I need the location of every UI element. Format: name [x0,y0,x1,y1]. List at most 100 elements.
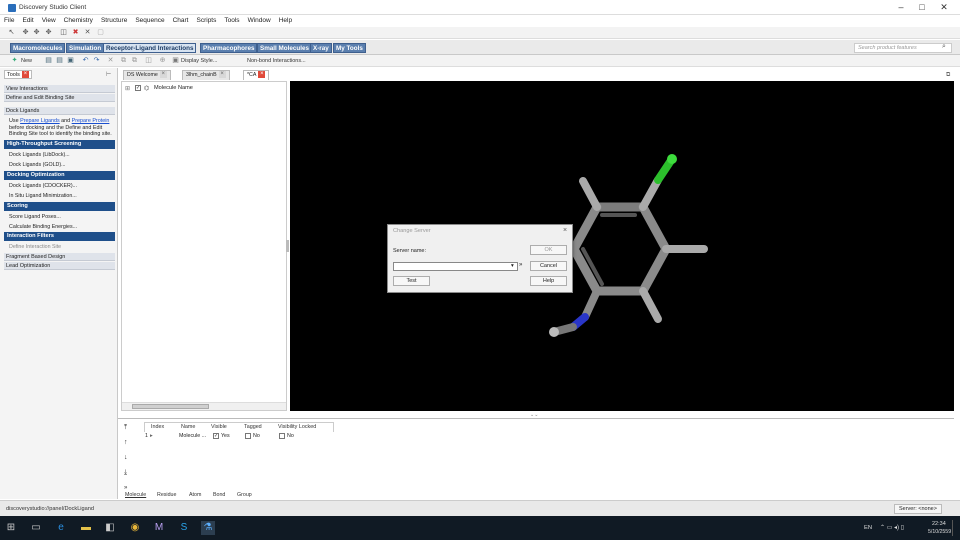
tab-receptor-ligand[interactable]: Receptor-Ligand Interactions [103,43,197,53]
lock-icon[interactable]: ▢ [97,29,104,36]
section-dock-ligands[interactable]: Dock Ligands [4,107,115,115]
edge-icon[interactable]: e [54,521,68,535]
section-fragment-based[interactable]: Fragment Based Design [4,253,115,261]
dock-libdock-item[interactable]: Dock Ligands (LibDock)... [4,152,115,158]
dock-gold-item[interactable]: Dock Ligands (GOLD)... [4,162,115,168]
store-icon[interactable]: ◧ [103,521,117,535]
splitter-handle[interactable] [286,240,289,252]
display-style-icon[interactable]: ▣ [172,57,179,64]
help-button[interactable]: Help [530,276,567,286]
menu-file[interactable]: File [0,15,18,27]
more-button[interactable]: » [519,262,522,268]
tab-pharmacophores[interactable]: Pharmacophores [200,43,258,53]
save-icon[interactable]: ▣ [67,57,74,64]
new-button[interactable]: New [21,58,32,64]
row-expand-icon[interactable]: ▸ [150,433,153,439]
center-icon[interactable]: ⊕ [159,57,166,64]
more-icon[interactable]: » [124,485,127,491]
tab-macromolecules[interactable]: Macromolecules [10,43,66,53]
display-style-button[interactable]: Display Style... [181,58,217,64]
close-icon[interactable]: × [21,71,29,79]
tab-atom[interactable]: Atom [189,492,201,498]
score-poses-item[interactable]: Score Ligand Poses... [4,214,115,220]
horizontal-scrollbar[interactable] [122,402,286,410]
dialog-close-icon[interactable]: × [563,227,567,234]
fit-icon[interactable]: ✕ [84,29,91,36]
section-define-binding-site[interactable]: Define and Edit Binding Site [4,94,115,102]
server-name-combobox[interactable]: ▾ [393,262,518,271]
tab-residue[interactable]: Residue [157,492,176,498]
move-down-icon[interactable]: ↓ [124,454,128,461]
clear-icon[interactable]: ✕ [107,57,114,64]
server-status-button[interactable]: Server: <none> [894,504,942,514]
move-bottom-icon[interactable]: ⤓ [124,469,127,477]
tab-ds-welcome[interactable]: DS Welcome × [123,70,171,80]
task-view-icon[interactable]: ▭ [29,521,43,535]
mail-icon[interactable]: M [152,521,166,535]
menu-window[interactable]: Window [244,15,275,27]
tools-tab[interactable]: Tools × [4,70,32,79]
select-icon[interactable]: ◫ [145,57,152,64]
test-button[interactable]: Test [393,276,430,286]
menu-edit[interactable]: Edit [18,15,37,27]
open-icon[interactable]: ▤ [45,57,52,64]
close-icon[interactable]: × [258,71,266,79]
ok-button[interactable]: OK [530,245,567,255]
expand-icon[interactable]: ⊞ [125,85,130,92]
menu-help[interactable]: Help [275,15,296,27]
col-visible[interactable]: Visible [211,424,227,430]
cancel-button[interactable]: Cancel [530,261,567,271]
nonbond-button[interactable]: Non-bond Interactions... [247,58,306,64]
tab-simulation[interactable]: Simulation [66,43,105,53]
clock-time[interactable]: 22:34 [932,521,946,527]
menu-chemistry[interactable]: Chemistry [60,15,97,27]
tab-ca[interactable]: *CA × [243,70,270,80]
file-explorer-icon[interactable]: ▬ [79,521,93,535]
tab-xray[interactable]: X-ray [310,43,332,53]
table-row[interactable]: 1 ▸ Molecule ... ✓ Yes No No [144,432,334,440]
minimize-icon[interactable]: – [894,2,908,13]
pointer-icon[interactable]: ↖ [8,29,15,36]
paste-icon[interactable]: ⧉ [131,57,138,64]
col-name[interactable]: Name [181,424,195,430]
move-up-icon[interactable]: ↑ [124,439,128,446]
menu-structure[interactable]: Structure [97,15,131,27]
close-icon[interactable]: × [159,71,167,79]
translate-icon[interactable]: ✥ [45,29,52,36]
visibility-checkbox[interactable]: ✓ [135,85,141,91]
col-tagged[interactable]: Tagged [244,424,262,430]
tab-small-molecules[interactable]: Small Molecules [257,43,312,53]
tab-molecule[interactable]: Molecule [125,492,146,498]
undo-icon[interactable]: ↶ [82,57,89,64]
menu-sequence[interactable]: Sequence [131,15,168,27]
close-icon[interactable]: × [218,71,226,79]
tab-group[interactable]: Group [237,492,252,498]
windows-start-icon[interactable]: ⊞ [4,521,18,535]
search-icon[interactable]: ⌕ [942,43,946,51]
tab-3lhm[interactable]: 3lhm_chainB × [182,70,230,80]
close-icon[interactable]: ✕ [937,2,951,13]
show-desktop-button[interactable] [952,520,958,536]
language-indicator[interactable]: EN [864,525,872,531]
discovery-studio-icon[interactable]: ⚗ [201,521,215,535]
col-visibility-locked[interactable]: Visibility Locked [278,424,316,430]
chrome-icon[interactable]: ◉ [128,521,142,535]
in-situ-minimization-item[interactable]: In Situ Ligand Minimization... [4,193,115,199]
prepare-protein-link[interactable]: Prepare Protein [72,118,110,124]
maximize-icon[interactable]: □ [915,2,929,13]
redo-icon[interactable]: ↷ [93,57,100,64]
menu-tools[interactable]: Tools [220,15,243,27]
tab-bond[interactable]: Bond [213,492,225,498]
dock-cdocker-item[interactable]: Dock Ligands (CDOCKER)... [4,183,115,189]
copy-icon[interactable]: ⧉ [120,57,127,64]
tray-icons[interactable]: ⌃ ▭ ◂) ▯ [880,524,904,531]
maximize-view-icon[interactable]: ⧉ [946,72,950,79]
section-lead-optimization[interactable]: Lead Optimization [4,262,115,270]
pin-icon[interactable]: ⊢ [106,71,111,78]
tagged-checkbox[interactable] [245,433,251,439]
menu-view[interactable]: View [38,15,60,27]
prepare-ligands-link[interactable]: Prepare Ligands [20,118,60,124]
move-icon[interactable]: ✥ [22,29,29,36]
menu-chart[interactable]: Chart [169,15,193,27]
define-interaction-site-item[interactable]: Define Interaction Site [4,244,115,250]
